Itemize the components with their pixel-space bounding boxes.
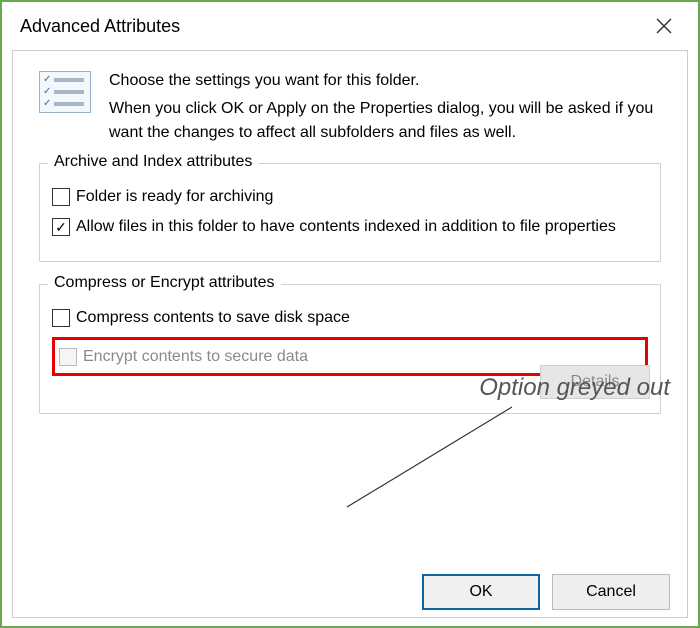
dialog-body: ✓ ✓ ✓ Choose the settings you want for t… xyxy=(12,50,688,618)
encrypt-contents-row: Encrypt contents to secure data xyxy=(59,346,308,368)
cancel-button[interactable]: Cancel xyxy=(552,574,670,610)
encrypt-contents-label: Encrypt contents to secure data xyxy=(83,346,308,368)
ok-button[interactable]: OK xyxy=(422,574,540,610)
encrypt-contents-checkbox xyxy=(59,348,77,366)
compress-contents-label: Compress contents to save disk space xyxy=(76,307,350,329)
header-row: ✓ ✓ ✓ Choose the settings you want for t… xyxy=(39,69,661,145)
header-text: Choose the settings you want for this fo… xyxy=(109,69,661,145)
close-button[interactable] xyxy=(646,8,682,44)
close-icon xyxy=(656,18,672,34)
allow-indexing-label: Allow files in this folder to have conte… xyxy=(76,216,616,238)
ready-for-archiving-label: Folder is ready for archiving xyxy=(76,186,273,208)
ready-for-archiving-row[interactable]: Folder is ready for archiving xyxy=(52,186,648,208)
compress-legend: Compress or Encrypt attributes xyxy=(48,274,281,292)
archive-legend: Archive and Index attributes xyxy=(48,153,258,171)
header-line2: When you click OK or Apply on the Proper… xyxy=(109,97,661,145)
window-title: Advanced Attributes xyxy=(20,16,180,37)
dialog-button-row: OK Cancel xyxy=(422,574,670,610)
ready-for-archiving-checkbox[interactable] xyxy=(52,188,70,206)
header-line1: Choose the settings you want for this fo… xyxy=(109,69,661,93)
compress-contents-checkbox[interactable] xyxy=(52,309,70,327)
allow-indexing-checkbox[interactable] xyxy=(52,218,70,236)
compress-contents-row[interactable]: Compress contents to save disk space xyxy=(52,307,648,329)
titlebar: Advanced Attributes xyxy=(2,2,698,50)
allow-indexing-row[interactable]: Allow files in this folder to have conte… xyxy=(52,216,648,238)
annotation-text: Option greyed out xyxy=(479,374,670,402)
checklist-icon: ✓ ✓ ✓ xyxy=(39,71,91,113)
advanced-attributes-dialog: Advanced Attributes ✓ ✓ ✓ Choose the set… xyxy=(0,0,700,628)
archive-index-group: Archive and Index attributes Folder is r… xyxy=(39,163,661,262)
